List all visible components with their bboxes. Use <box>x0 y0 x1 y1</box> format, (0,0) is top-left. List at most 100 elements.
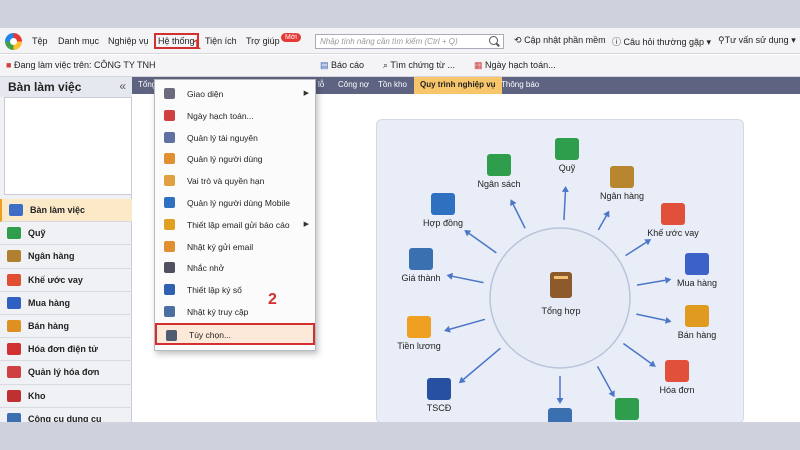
sidebar-item[interactable]: Mua hàng <box>0 292 132 315</box>
process-node-label[interactable]: Khế ước vay <box>647 228 699 238</box>
dropdown-item[interactable]: Nhật ký truy cập <box>155 301 315 323</box>
dropdown-item[interactable]: Quản lý người dùng Mobile <box>155 192 315 214</box>
dropdown-item-label: Nhật ký truy cập <box>187 307 249 317</box>
book-icon <box>550 272 572 298</box>
arrow-line <box>462 347 501 380</box>
sidebar-item-icon <box>7 366 21 379</box>
company-icon: ■ <box>6 60 12 70</box>
menu-tep[interactable]: Tệp <box>32 36 48 46</box>
dropdown-item-icon <box>164 240 175 252</box>
dropdown-item-icon <box>166 329 177 341</box>
dropdown-item[interactable]: Thiết lập email gửi báo cáo ▶ <box>155 214 315 236</box>
he-thong-dropdown: Giao diện ▶ Ngày hạch toán... Quản lý tài n… <box>154 79 316 351</box>
process-node-icon[interactable] <box>431 193 455 215</box>
menu-danh-muc[interactable]: Danh mục <box>58 36 99 46</box>
process-node-label[interactable]: Quỹ <box>559 163 576 173</box>
toolbar: ■ Đang làm việc trên: CÔNG TY TNH ▤ Báo … <box>0 55 800 77</box>
dropdown-item[interactable]: Nhắc nhở <box>155 257 315 279</box>
sidebar-item[interactable]: Bàn làm việc <box>0 199 132 223</box>
sidebar-item[interactable]: Khế ước vay <box>0 269 132 292</box>
process-node-label[interactable]: Hóa đơn <box>660 385 695 395</box>
process-node-icon[interactable] <box>615 398 639 420</box>
process-node-icon[interactable] <box>487 154 511 176</box>
tab-ton-kho[interactable]: Tồn kho <box>372 77 413 94</box>
process-node-label[interactable]: Ngân sách <box>477 179 520 189</box>
sidebar-item[interactable]: Bán hàng <box>0 315 132 339</box>
process-node-icon[interactable] <box>407 316 431 338</box>
dropdown-item-label: Quản lý người dùng Mobile <box>187 198 290 208</box>
process-node-label[interactable]: Tiền lương <box>397 341 441 351</box>
dropdown-item[interactable]: Vai trò và quyền hạn <box>155 170 315 192</box>
dropdown-item-label: Quản lý tài nguyên <box>187 132 258 143</box>
sidebar-item-label: Bàn làm việc <box>30 205 86 215</box>
process-node-icon[interactable] <box>685 253 709 275</box>
process-node-label[interactable]: Hợp đồng <box>423 218 463 228</box>
posting-date-button[interactable]: ▦ Ngày hạch toán... <box>474 60 556 71</box>
menu-he-thong[interactable]: Hệ thống <box>154 33 199 49</box>
dropdown-item[interactable]: Thiết lập ký số <box>155 279 315 301</box>
dropdown-item-label: Quản lý người dùng <box>187 154 263 165</box>
arrow-head <box>664 276 672 284</box>
process-node-label[interactable]: Mua hàng <box>677 278 717 288</box>
arrow-line <box>636 313 666 322</box>
sidebar-item-label: Kho <box>28 390 46 401</box>
arrow-line <box>625 241 647 257</box>
sidebar-item-icon <box>7 389 21 402</box>
process-node-label[interactable]: Giá thành <box>401 273 440 283</box>
sidebar-item-icon <box>7 319 21 332</box>
collapse-sidebar-button[interactable]: « <box>119 79 126 93</box>
step-2-marker: 2 <box>268 291 277 308</box>
dropdown-item-label: Nhật ký gửi email <box>187 241 254 252</box>
menu-nghiep-vu[interactable]: Nghiệp vụ <box>108 36 149 46</box>
sidebar-item-label: Hóa đơn điện tử <box>28 344 98 355</box>
dropdown-item[interactable]: Quản lý người dùng <box>155 148 315 170</box>
dropdown-item[interactable]: Nhật ký gửi email <box>155 236 315 258</box>
tab-cong-no[interactable]: Công nợ <box>332 77 375 94</box>
process-node-icon[interactable] <box>685 305 709 327</box>
dropdown-item[interactable]: Ngày hạch toán... <box>155 105 315 127</box>
dropdown-item[interactable]: Giao diện ▶ <box>155 83 315 105</box>
sidebar-item[interactable]: Ngân hàng <box>0 245 132 269</box>
dropdown-item[interactable]: Quản lý tài nguyên <box>155 127 315 149</box>
sidebar-item-icon <box>7 296 21 309</box>
sidebar-item-icon <box>7 343 21 356</box>
search-input[interactable]: Nhập tính năng cần tìm kiếm (Ctrl + Q) <box>315 34 504 49</box>
sidebar-item[interactable]: Công cụ dụng cụ <box>0 408 132 422</box>
arrow-head <box>464 230 472 237</box>
process-node-label[interactable]: Ngân hàng <box>600 191 644 201</box>
sidebar-item-label: Khế ước vay <box>28 274 83 285</box>
update-icon: ⟲ <box>514 35 522 45</box>
process-node-label[interactable]: Bán hàng <box>678 330 717 340</box>
process-node-label[interactable]: TSCĐ <box>427 403 452 413</box>
update-software[interactable]: ⟲ Cập nhật phần mềm <box>514 35 606 46</box>
support[interactable]: ⚲Tư vấn sử dụng ▾ <box>718 35 796 46</box>
sidebar-item-icon <box>9 204 23 216</box>
sidebar-item[interactable]: Kho <box>0 385 132 408</box>
arrow-line <box>468 232 497 254</box>
tab-quy-trinh-nghiep-vu[interactable]: Quy trình nghiệp vụ <box>414 77 502 94</box>
sidebar-item-icon <box>7 412 21 422</box>
menu-tien-ich[interactable]: Tiện ích <box>205 36 237 46</box>
process-node-icon[interactable] <box>555 138 579 160</box>
sidebar-item-label: Công cụ dụng cụ <box>28 413 102 422</box>
find-voucher-button[interactable]: ⌕ Tìm chứng từ ... <box>383 60 455 71</box>
app-logo-icon <box>5 33 22 50</box>
process-node-icon[interactable] <box>409 248 433 270</box>
faq[interactable]: ⓘ Câu hỏi thường gặp ▾ <box>612 35 711 48</box>
search-icon[interactable] <box>489 36 498 45</box>
dropdown-item[interactable]: Tùy chọn... <box>155 322 315 345</box>
process-node-icon[interactable] <box>427 378 451 400</box>
report-button[interactable]: ▤ Báo cáo <box>320 60 364 71</box>
process-node-icon[interactable] <box>661 203 685 225</box>
process-node-icon[interactable] <box>610 166 634 188</box>
process-node-icon[interactable] <box>548 408 572 422</box>
sidebar-item[interactable]: Quản lý hóa đơn <box>0 361 132 385</box>
process-node-icon[interactable] <box>665 360 689 382</box>
sidebar: Bàn làm việc « Bàn làm việc Quỹ Ngân hàng K… <box>0 77 132 422</box>
tab-thong-bao[interactable]: Thông báo <box>495 77 545 94</box>
sidebar-item[interactable]: Quỹ <box>0 222 132 246</box>
menu-tro-giup[interactable]: Trợ giúp <box>246 36 280 46</box>
company-indicator: ■ Đang làm việc trên: CÔNG TY TNH <box>6 60 156 70</box>
dropdown-item-label: Tùy chọn... <box>189 329 232 340</box>
sidebar-item[interactable]: Hóa đơn điện tử <box>0 338 132 362</box>
